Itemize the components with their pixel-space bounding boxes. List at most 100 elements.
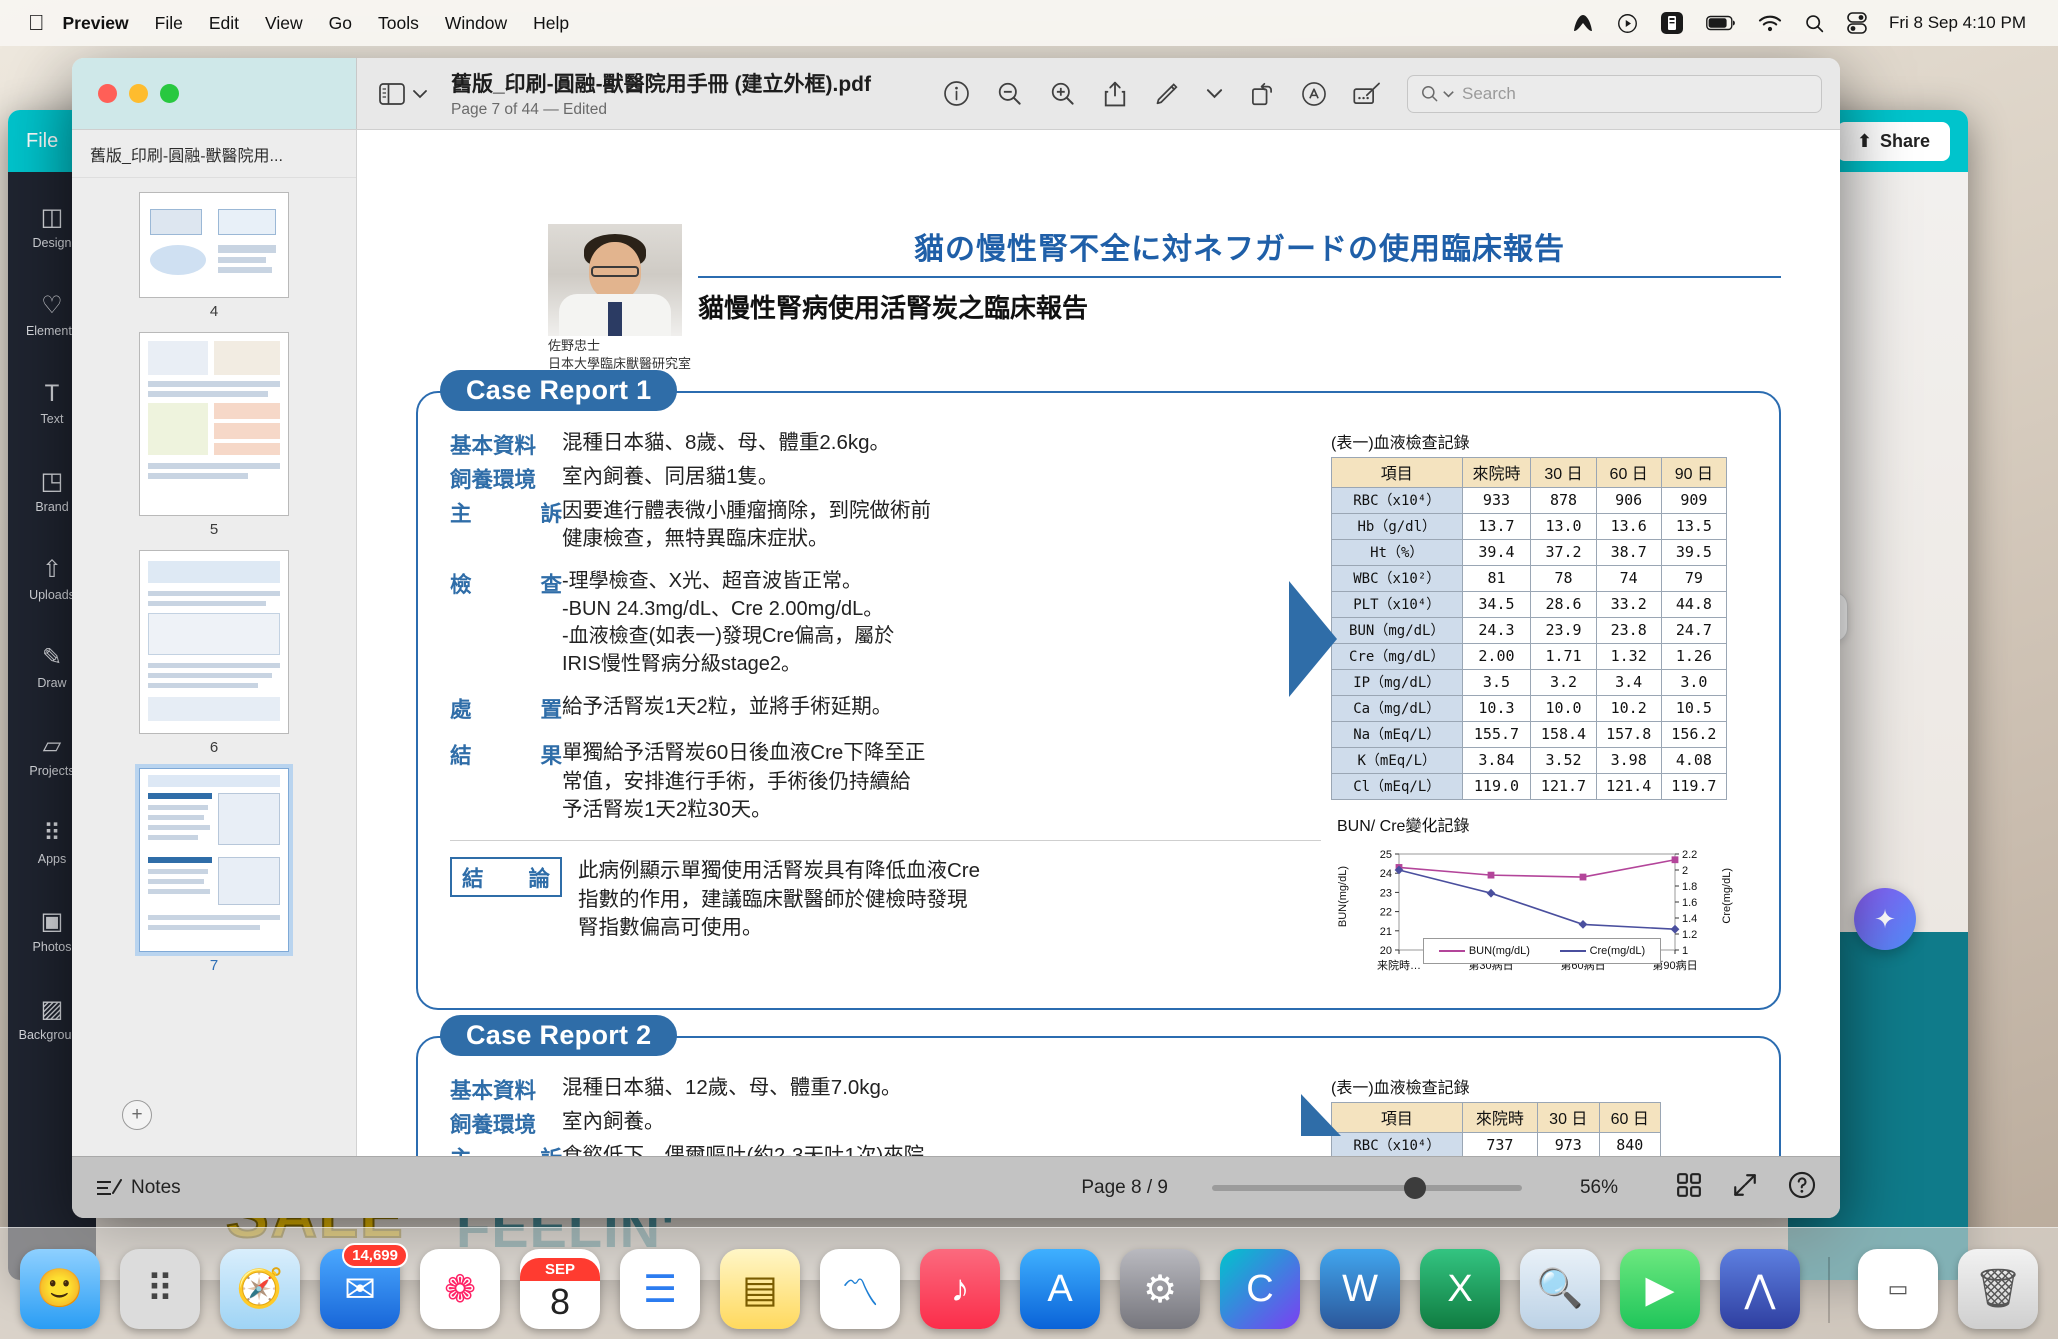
dock-item-photos[interactable]: ❁ xyxy=(420,1249,500,1329)
thumbnail-item[interactable]: 7 xyxy=(72,764,356,974)
search-input[interactable]: Search xyxy=(1462,84,1516,104)
sidebar-document-tab[interactable]: 舊版_印刷-圓融-獸醫院用... xyxy=(72,130,356,178)
document-title: 舊版_印刷-圓融-獸醫院用手冊 (建立外框).pdf xyxy=(451,73,871,96)
maximize-button[interactable] xyxy=(160,84,179,103)
info-button[interactable] xyxy=(943,80,970,107)
bgapp-share-button[interactable]: ⬆ Share xyxy=(1836,121,1950,161)
dock-item-notes[interactable]: ▤ xyxy=(720,1249,800,1329)
battery-icon[interactable] xyxy=(1706,15,1736,31)
preview-toolbar[interactable]: Search xyxy=(943,74,1840,113)
thumbnail-item[interactable]: 6 xyxy=(72,550,356,756)
table-body: RBC（x10⁴）737973840Hb（g/dl）11.815.913.9Ht… xyxy=(1331,1131,1662,1156)
markup-options-button[interactable] xyxy=(1206,88,1223,99)
screenshot-app-icon[interactable] xyxy=(1660,11,1684,35)
th-item: 項目 xyxy=(1331,456,1463,488)
thumbnail-sidebar[interactable]: 舊版_印刷-圓融-獸醫院用... 4 5 6 7 + xyxy=(72,130,357,1156)
dock-item-system-settings[interactable]: ⚙ xyxy=(1120,1249,1200,1329)
data-cell: 10.5 xyxy=(1660,694,1728,722)
row-value: -理學檢查、X光、超音波皆正常。 -BUN 24.3mg/dL、Cre 2.00… xyxy=(562,570,895,675)
preview-window[interactable]: 舊版_印刷-圓融-獸醫院用手冊 (建立外框).pdf Page 7 of 44 … xyxy=(72,58,1840,1218)
data-cell: 933 xyxy=(1461,486,1532,514)
pdf-canvas[interactable]: 佐野忠士 日本大學臨床獸醫研究室 貓の慢性腎不全に対ネフガードの使用臨床報告 貓… xyxy=(357,130,1840,1156)
thumbnail-page-5[interactable] xyxy=(139,332,289,516)
dock-item-calendar[interactable]: SEP 8 xyxy=(520,1249,600,1329)
play-circle-icon[interactable] xyxy=(1617,13,1638,34)
thumbnail-item[interactable]: 5 xyxy=(72,332,356,538)
dock-item-canva[interactable]: C xyxy=(1220,1249,1300,1329)
dock-item-nordvpn[interactable]: ⋀ xyxy=(1720,1249,1800,1329)
close-button[interactable] xyxy=(98,84,117,103)
menu-item-file[interactable]: File xyxy=(155,13,183,34)
dock-item-microsoft-word[interactable]: W xyxy=(1320,1249,1400,1329)
fullscreen-button[interactable] xyxy=(1732,1172,1758,1204)
thumbnail-item[interactable]: 4 xyxy=(72,192,356,320)
dock-item-microsoft-excel[interactable]: X xyxy=(1420,1249,1500,1329)
zoom-slider-knob[interactable] xyxy=(1404,1176,1427,1199)
magic-ai-button[interactable]: ✦ xyxy=(1854,888,1916,950)
apple-logo-icon[interactable]:  xyxy=(28,12,45,34)
menu-bar-status-area[interactable]: Fri 8 Sep 4:10 PM xyxy=(1571,11,2040,35)
dock-item-music[interactable]: ♪ xyxy=(920,1249,1000,1329)
macos-menu-bar[interactable]:  Preview File Edit View Go Tools Window… xyxy=(0,0,2058,46)
add-page-button[interactable]: + xyxy=(122,1100,152,1130)
dock-item-launchpad[interactable]: ⠿ xyxy=(120,1249,200,1329)
menu-item-edit[interactable]: Edit xyxy=(209,13,239,34)
menu-item-go[interactable]: Go xyxy=(329,13,352,34)
dock-item-finder[interactable]: 🙂 xyxy=(20,1249,100,1329)
annotate-button[interactable] xyxy=(1301,81,1327,107)
markup-button[interactable] xyxy=(1154,81,1180,107)
nordvpn-icon[interactable] xyxy=(1571,11,1595,35)
projects-icon: ▱ xyxy=(42,732,62,759)
row-label: 基本資料 xyxy=(450,1078,537,1103)
chevron-down-icon xyxy=(413,89,427,98)
dock-item-facetime[interactable]: ▶ xyxy=(1620,1249,1700,1329)
menu-item-help[interactable]: Help xyxy=(533,13,569,34)
sign-button[interactable] xyxy=(1353,82,1381,106)
share-button[interactable] xyxy=(1102,80,1128,108)
sidebar-toggle-icon xyxy=(379,82,405,105)
thumbnail-page-6[interactable] xyxy=(139,550,289,734)
rotate-button[interactable] xyxy=(1249,81,1275,107)
wifi-icon[interactable] xyxy=(1758,14,1782,33)
zoom-slider[interactable] xyxy=(1211,1176,1522,1199)
grid-view-button[interactable] xyxy=(1676,1172,1702,1204)
menu-item-view[interactable]: View xyxy=(265,13,303,34)
data-cell: 3.52 xyxy=(1530,746,1597,774)
macos-dock[interactable]: 🙂 ⠿ 🧭 ✉ 14,699 ❁ SEP 8 ☰ ▤ 〽 ♪ A ⚙ C W X … xyxy=(0,1227,2058,1339)
preview-bottom-bar[interactable]: Notes Page 8 / 9 56% xyxy=(72,1156,1840,1218)
dock-item-recent-window[interactable]: ▭ xyxy=(1858,1249,1938,1329)
control-center-icon[interactable] xyxy=(1847,12,1867,34)
search-icon[interactable] xyxy=(1804,13,1825,34)
menu-bar-clock[interactable]: Fri 8 Sep 4:10 PM xyxy=(1889,13,2026,33)
zoom-out-button[interactable] xyxy=(996,80,1023,107)
dock-item-reminders[interactable]: ☰ xyxy=(620,1249,700,1329)
table-row: Cre（mg/dL） 2.00 1.71 1.32 1.26 xyxy=(1331,642,1728,670)
thumbnail-list[interactable]: 4 5 6 7 xyxy=(72,178,356,974)
dock-item-safari[interactable]: 🧭 xyxy=(220,1249,300,1329)
menu-item-tools[interactable]: Tools xyxy=(378,13,419,34)
bgapp-file-menu[interactable]: File xyxy=(26,130,58,153)
dock-item-mail[interactable]: ✉ 14,699 xyxy=(320,1243,408,1329)
help-button[interactable] xyxy=(1788,1171,1816,1205)
menu-item-window[interactable]: Window xyxy=(445,13,507,34)
data-cell: 155.7 xyxy=(1461,720,1532,748)
window-controls[interactable] xyxy=(72,58,357,129)
notes-button[interactable]: Notes xyxy=(96,1177,181,1199)
thumbnail-page-7[interactable] xyxy=(135,764,293,956)
info-icon xyxy=(944,81,969,106)
svg-text:来院時…: 来院時… xyxy=(1377,958,1421,972)
preview-titlebar[interactable]: 舊版_印刷-圓融-獸醫院用手冊 (建立外框).pdf Page 7 of 44 … xyxy=(72,58,1840,130)
search-field[interactable]: Search xyxy=(1407,74,1822,113)
menu-item-preview[interactable]: Preview xyxy=(63,13,129,34)
zoom-in-button[interactable] xyxy=(1049,80,1076,107)
dock-item-freeform[interactable]: 〽 xyxy=(820,1249,900,1329)
bottom-right-icons[interactable] xyxy=(1676,1171,1816,1205)
dock-item-preview[interactable]: 🔍 xyxy=(1520,1249,1600,1329)
minimize-button[interactable] xyxy=(129,84,148,103)
case-row: 基本資料 混種日本貓、12歲、母、體重7.0kg。 xyxy=(450,1074,1321,1105)
table-row: Na（mEq/L） 155.7 158.4 157.8 156.2 xyxy=(1331,720,1728,748)
dock-item-app-store[interactable]: A xyxy=(1020,1249,1100,1329)
sidebar-toggle-button[interactable] xyxy=(379,82,427,105)
thumbnail-page-4[interactable] xyxy=(139,192,289,298)
dock-item-trash[interactable]: 🗑 xyxy=(1958,1249,2038,1329)
